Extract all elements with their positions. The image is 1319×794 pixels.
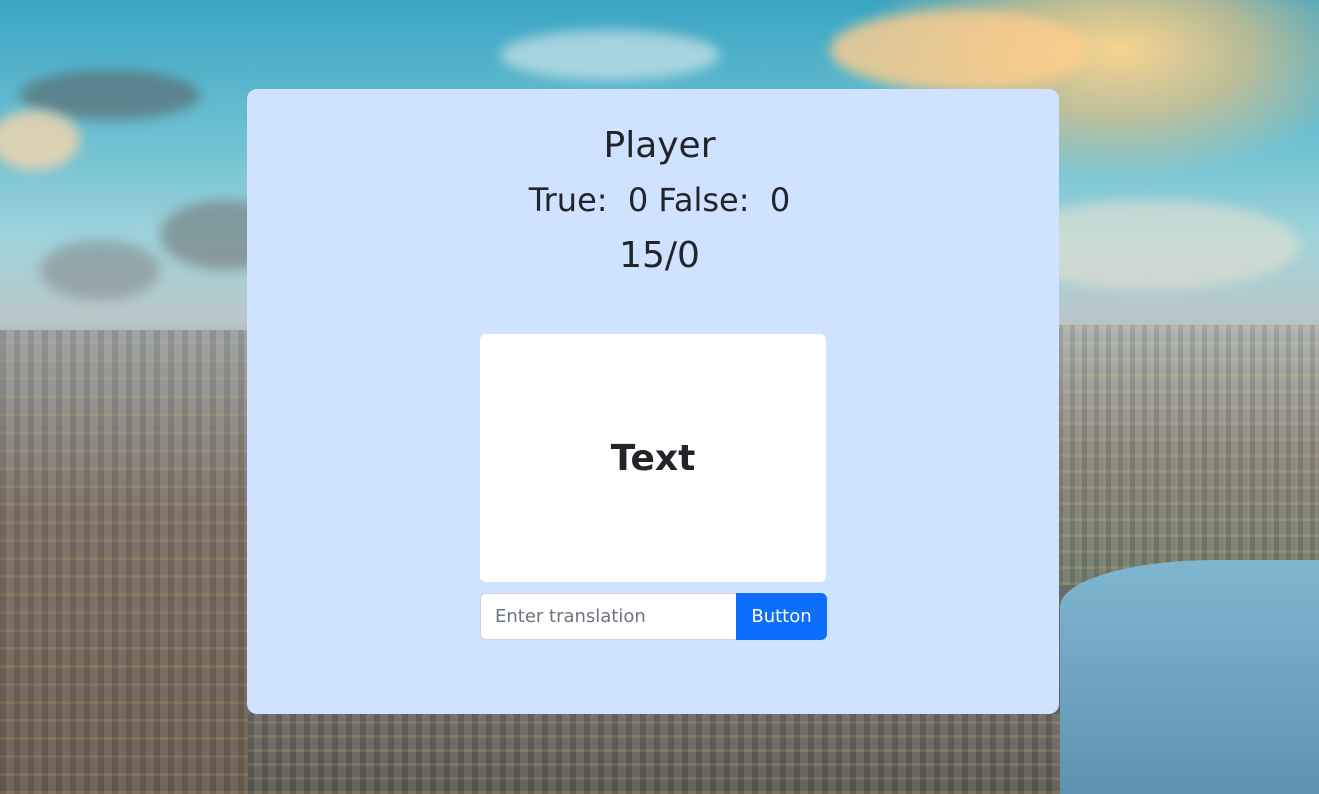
- false-count: [760, 181, 770, 219]
- cityscape-left: [0, 330, 250, 794]
- player-name: Player: [603, 125, 716, 166]
- false-count-value: 0: [769, 181, 791, 219]
- false-label: False:: [658, 181, 750, 219]
- cloud: [500, 30, 720, 80]
- cloud: [830, 10, 1090, 90]
- true-count: [618, 181, 628, 219]
- progress-counter: 15/0: [619, 235, 700, 276]
- submit-button[interactable]: Button: [736, 593, 827, 640]
- river: [1060, 560, 1319, 794]
- translation-input[interactable]: [480, 593, 736, 640]
- true-label: True:: [528, 181, 608, 219]
- word-text: Text: [610, 437, 696, 479]
- translation-form: Button: [480, 593, 827, 640]
- cityscape-right: [1058, 325, 1319, 585]
- score-line: True: 0 False: 0: [0, 180, 1319, 220]
- word-card: Text: [480, 334, 826, 582]
- true-count-value: 0: [627, 181, 649, 219]
- cityscape-bottom: [248, 714, 1060, 794]
